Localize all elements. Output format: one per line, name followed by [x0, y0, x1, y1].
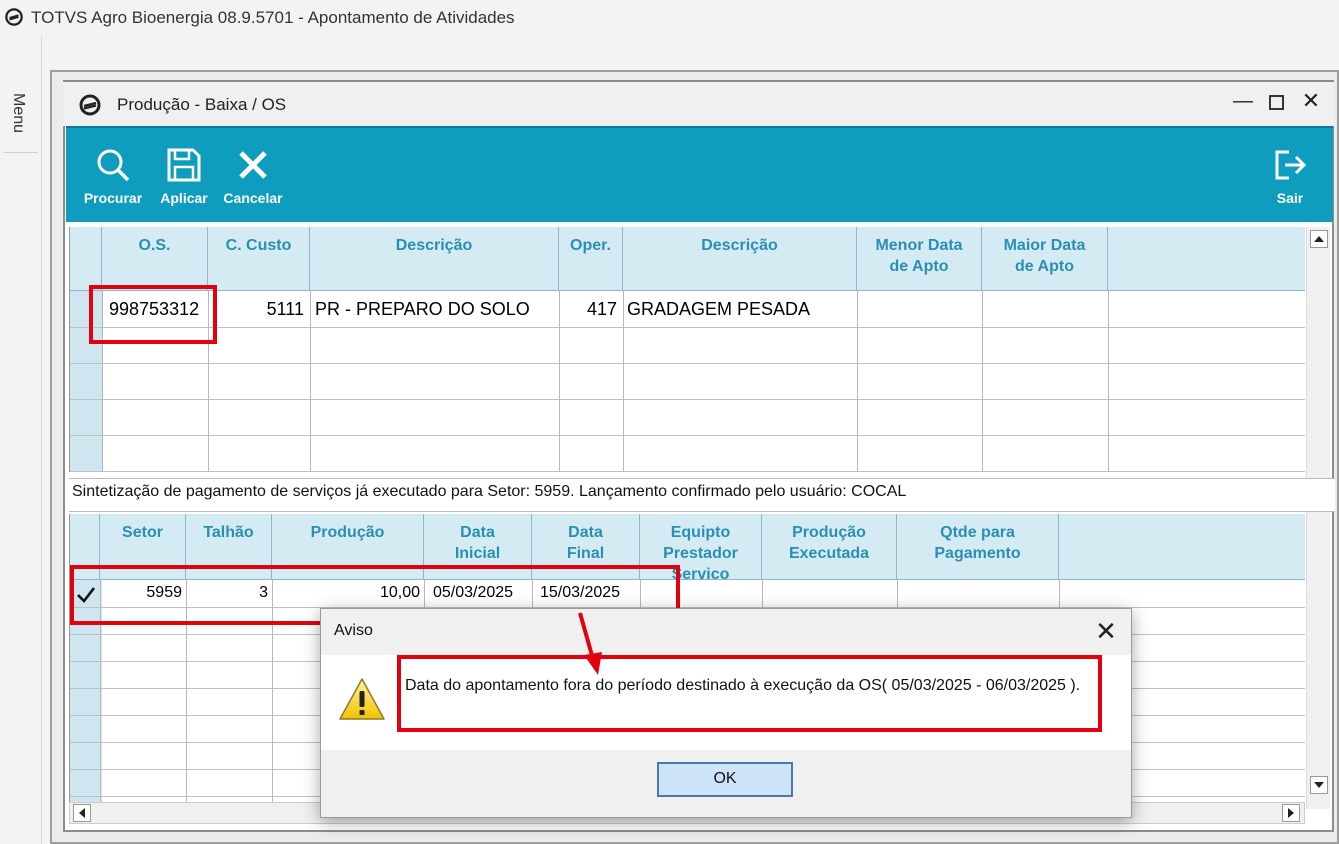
- os-grid: O.S. C. Custo Descrição Oper. Descrição …: [69, 227, 1305, 472]
- close-window-button[interactable]: ✕: [1300, 90, 1322, 112]
- ok-button[interactable]: OK: [657, 762, 793, 797]
- row-divider: [70, 363, 1305, 364]
- scroll-down-icon[interactable]: [1310, 776, 1328, 794]
- vertical-scrollbar[interactable]: [1306, 227, 1330, 809]
- warning-icon: [339, 678, 385, 720]
- cell-custo[interactable]: 5111: [210, 299, 304, 320]
- maximize-button[interactable]: [1266, 92, 1288, 114]
- scroll-right-icon[interactable]: [1282, 804, 1300, 822]
- row-divider: [70, 435, 1305, 436]
- dialog-close-button[interactable]: ✕: [1095, 618, 1117, 644]
- col-descricao-oper[interactable]: Descrição: [623, 227, 857, 290]
- col-os[interactable]: O.S.: [102, 227, 208, 290]
- apply-button[interactable]: Aplicar: [156, 146, 212, 206]
- menu-separator: [4, 152, 38, 153]
- col-menor-data[interactable]: Menor Data de Apto: [857, 227, 982, 290]
- ghost-bar: [0, 30, 1339, 38]
- annotation-arrow: [578, 612, 602, 675]
- highlight-message: [397, 655, 1102, 732]
- col-divider: [559, 291, 560, 472]
- search-label: Procurar: [83, 190, 143, 206]
- col-custo[interactable]: C. Custo: [208, 227, 310, 290]
- minimize-button[interactable]: —: [1232, 91, 1254, 114]
- col-divider: [982, 291, 983, 472]
- totvs-logo-icon: [5, 8, 23, 26]
- col-divider: [623, 291, 624, 472]
- row-divider: [70, 471, 1305, 472]
- exit-icon: [1275, 150, 1307, 180]
- menu-tab[interactable]: Menu: [9, 93, 27, 133]
- col-divider: [1108, 291, 1109, 472]
- col-oper[interactable]: Oper.: [559, 227, 623, 290]
- col-producao-executada[interactable]: Produção Executada: [762, 514, 897, 579]
- toolbar: Procurar Aplicar Cancelar Sair: [66, 126, 1333, 222]
- save-icon: [167, 148, 201, 182]
- status-text: Sintetização de pagamento de serviços já…: [72, 483, 907, 500]
- os-grid-header: O.S. C. Custo Descrição Oper. Descrição …: [70, 227, 1305, 291]
- scroll-up-icon[interactable]: [1310, 230, 1328, 248]
- cancel-button[interactable]: Cancelar: [222, 146, 284, 206]
- col-maior-data[interactable]: Maior Data de Apto: [982, 227, 1108, 290]
- highlight-os: [89, 285, 217, 344]
- col-qtde-pagamento[interactable]: Qtde para Pagamento: [897, 514, 1059, 579]
- cell-oper[interactable]: 417: [561, 299, 617, 320]
- row-divider: [70, 399, 1305, 400]
- search-button[interactable]: Procurar: [80, 146, 146, 206]
- window-title: Produção - Baixa / OS: [117, 95, 287, 114]
- search-icon: [97, 149, 130, 182]
- col-divider: [857, 291, 858, 472]
- col-divider: [310, 291, 311, 472]
- exit-button[interactable]: Sair: [1270, 146, 1310, 206]
- close-icon: [239, 151, 267, 179]
- window-logo-icon: [79, 94, 101, 116]
- cancel-label: Cancelar: [223, 190, 283, 206]
- exit-label: Sair: [1276, 190, 1304, 206]
- app-title: TOTVS Agro Bioenergia 08.9.5701 - Aponta…: [31, 8, 515, 27]
- cell-descricao[interactable]: PR - PREPARO DO SOLO: [315, 299, 530, 320]
- scroll-left-icon[interactable]: [73, 804, 91, 822]
- col-descricao[interactable]: Descrição: [310, 227, 559, 290]
- apply-label: Aplicar: [160, 190, 208, 206]
- menu-strip: [0, 36, 42, 844]
- cell-descricao-oper[interactable]: GRADAGEM PESADA: [627, 299, 810, 320]
- row-divider: [70, 327, 1305, 328]
- row-header-corner: [70, 227, 102, 290]
- dialog-title: Aviso: [334, 622, 373, 639]
